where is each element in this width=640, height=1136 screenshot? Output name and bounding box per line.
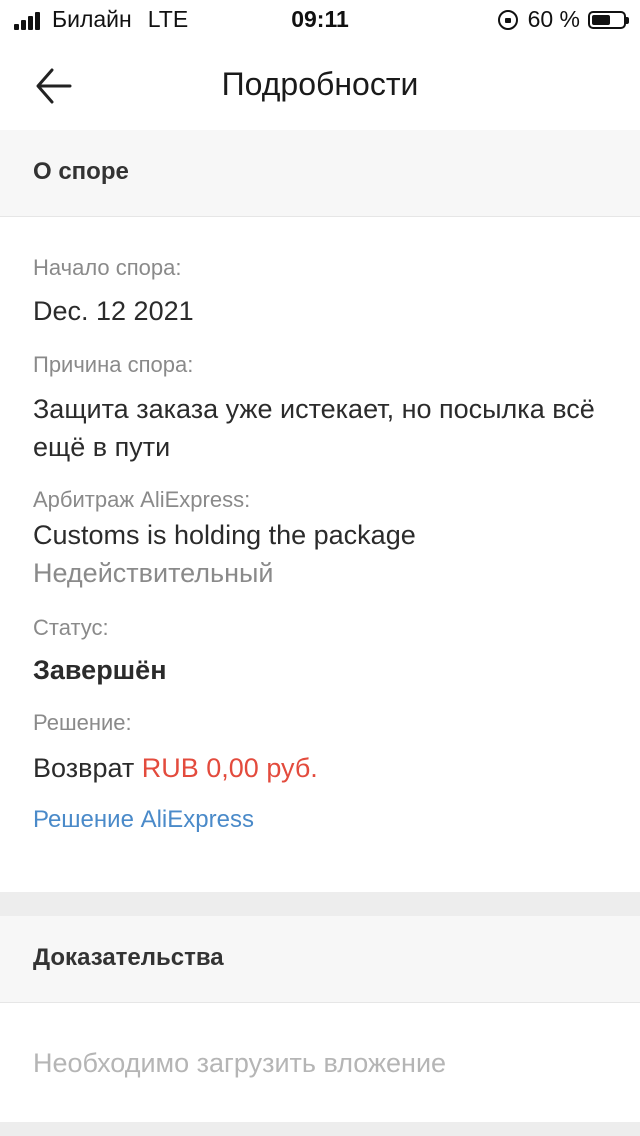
resolution-value: Возврат RUB 0,00 руб.: [33, 749, 613, 787]
dispute-start-value: Dec. 12 2021: [33, 296, 194, 326]
dispute-section-title: О споре: [33, 158, 129, 185]
refund-amount: RUB 0,00 руб.: [141, 753, 318, 783]
arbitration-label: Арбитраж AliExpress:: [33, 487, 251, 512]
evidence-placeholder[interactable]: Необходимо загрузить вложение: [33, 1048, 446, 1079]
evidence-section-header: Доказательства: [0, 916, 640, 1003]
dispute-reason-label: Причина спора:: [33, 352, 194, 377]
status-label: Статус:: [33, 615, 109, 640]
battery-icon: [588, 10, 629, 29]
status-right: 60 %: [497, 6, 629, 33]
status-value: Завершён: [33, 655, 167, 685]
resolution-label: Решение:: [33, 710, 132, 735]
resolution-prefix: Возврат: [33, 753, 135, 783]
navigation-bar: Подробности: [0, 42, 640, 130]
battery-fill: [592, 14, 610, 25]
orientation-lock-icon: [497, 9, 518, 30]
dispute-section-header: О споре: [0, 130, 640, 217]
status-bar: Билайн LTE 09:11 60 %: [0, 0, 640, 42]
arbitration-validity: Недействительный: [33, 558, 274, 588]
dispute-reason-value: Защита заказа уже истекает, но посылка в…: [33, 394, 595, 462]
section-divider: [0, 892, 640, 916]
evidence-section-title: Доказательства: [33, 944, 224, 971]
bottom-divider: [0, 1122, 640, 1136]
page-title: Подробности: [221, 66, 419, 102]
arbitration-value: Customs is holding the package: [33, 520, 416, 550]
aliexpress-resolution-link[interactable]: Решение AliExpress: [33, 806, 254, 834]
dispute-start-label: Начало спора:: [33, 255, 182, 280]
battery-percent: 60 %: [527, 6, 580, 32]
